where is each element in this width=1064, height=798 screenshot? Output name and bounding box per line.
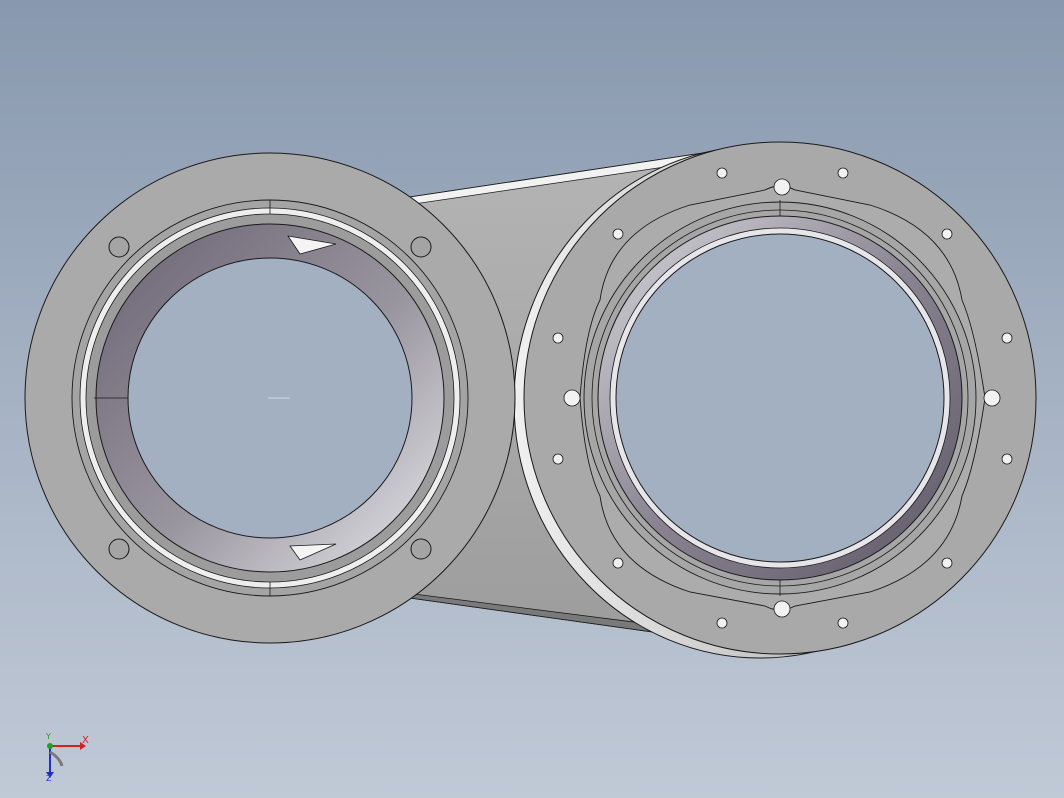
triad-axes-icon xyxy=(46,742,86,778)
z-axis-label: Z xyxy=(46,774,52,783)
left-flange[interactable] xyxy=(24,152,516,644)
right-flange[interactable] xyxy=(513,141,1037,659)
y-axis-label: Y xyxy=(46,732,51,741)
cad-model[interactable] xyxy=(0,0,1064,798)
graphics-viewport[interactable]: X Y Z xyxy=(0,0,1064,798)
coordinate-triad: X Y Z xyxy=(34,728,104,788)
x-axis-label: X xyxy=(82,735,89,746)
